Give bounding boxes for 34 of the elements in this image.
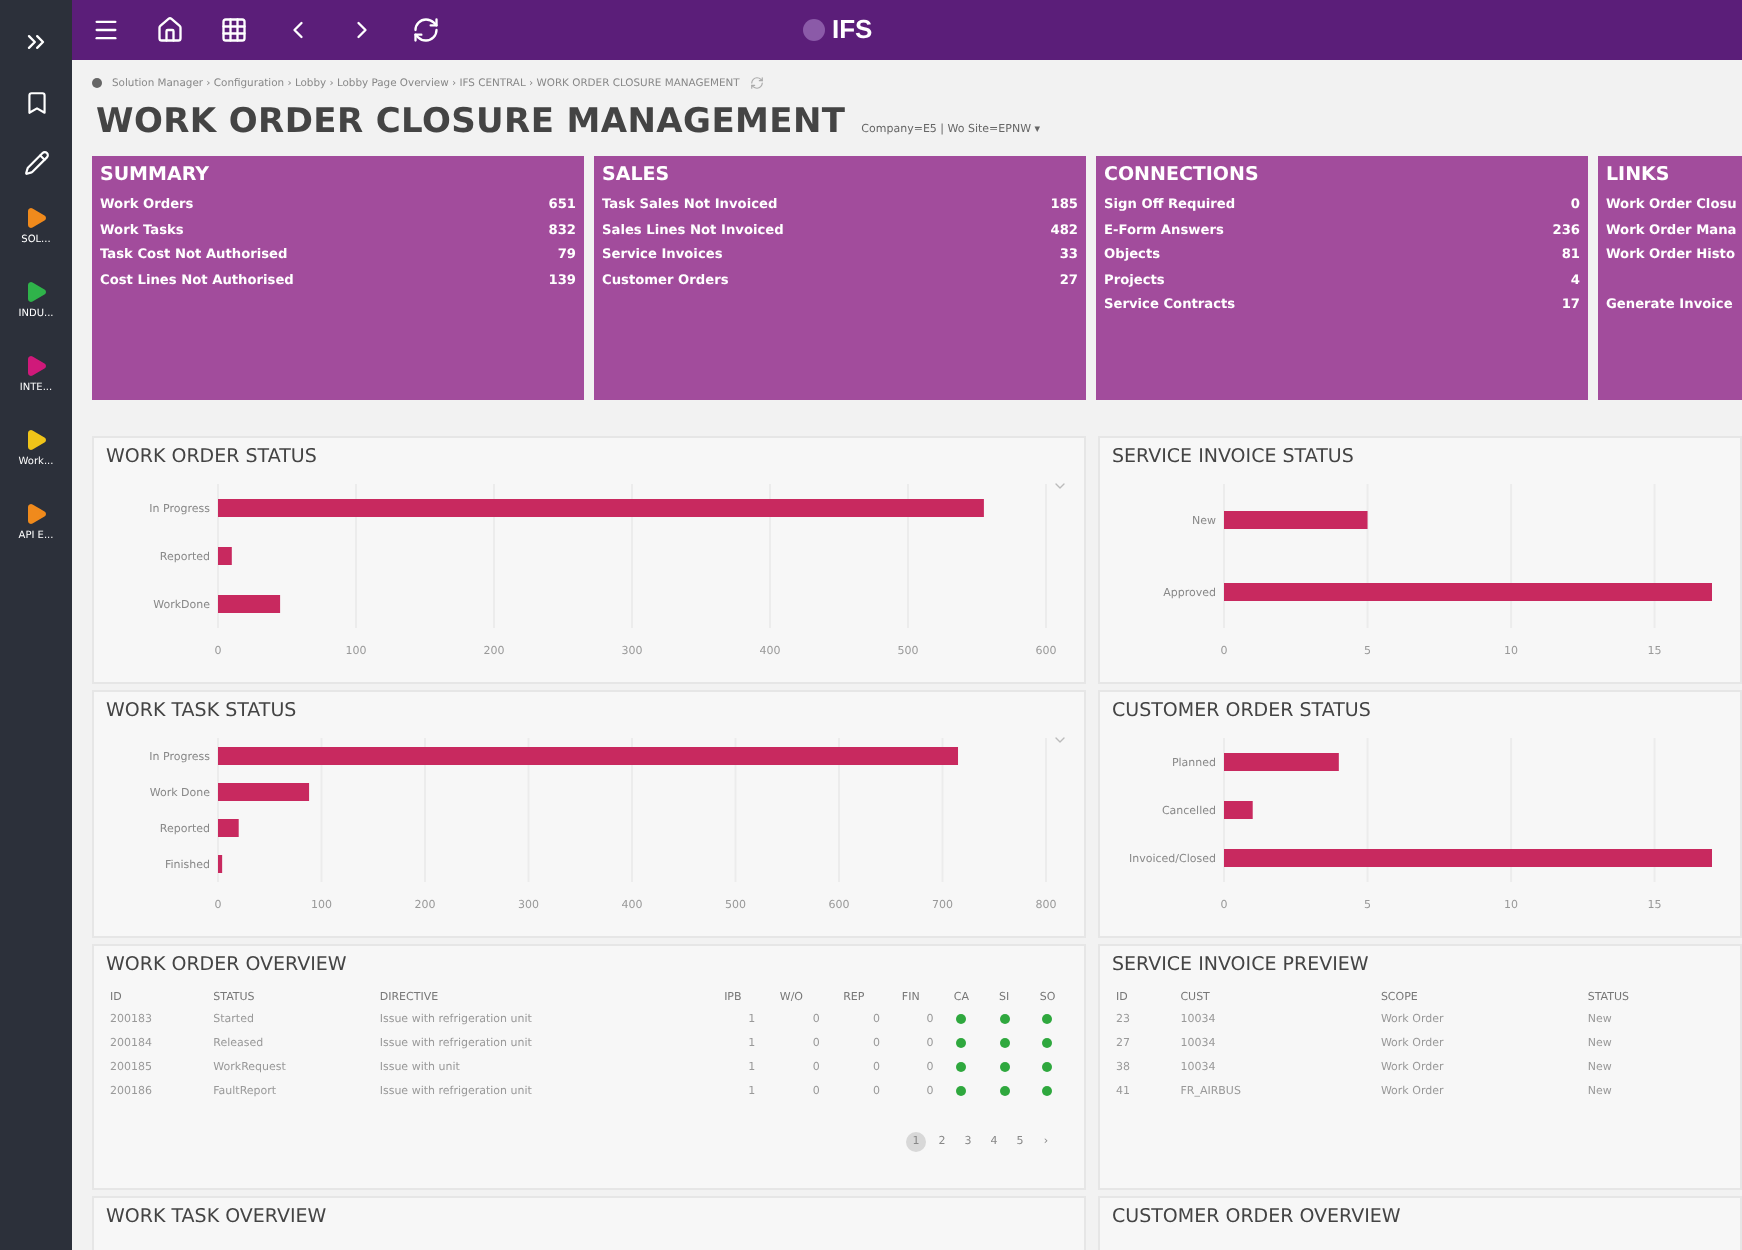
card-title: SALES [602, 164, 672, 186]
panel-title: SERVICE INVOICE STATUS [1112, 446, 1356, 468]
bar [1224, 511, 1368, 529]
home-icon[interactable] [156, 16, 184, 44]
page-title: WORK ORDER CLOSURE MANAGEMENT [96, 102, 846, 142]
triangle-icon[interactable] [24, 502, 48, 526]
logo: IFS [832, 14, 873, 44]
triangle-icon[interactable] [24, 428, 48, 452]
panel-title: CUSTOMER ORDER STATUS [1112, 700, 1373, 722]
refresh-icon[interactable] [412, 16, 440, 44]
triangle-icon[interactable] [24, 280, 48, 304]
bar [218, 547, 232, 565]
panel-title: SERVICE INVOICE PREVIEW [1112, 954, 1371, 976]
card-title: SUMMARY [100, 164, 211, 186]
card-title: LINKS [1606, 164, 1672, 186]
bar [1224, 801, 1253, 819]
bookmark-icon[interactable] [23, 89, 49, 115]
grid-icon[interactable] [220, 16, 248, 44]
card-title: CONNECTIONS [1104, 164, 1261, 186]
bar [218, 595, 281, 613]
logo-icon [802, 17, 826, 41]
bar [1224, 753, 1339, 771]
panel-title: WORK TASK OVERVIEW [106, 1206, 329, 1228]
panel-title: CUSTOMER ORDER OVERVIEW [1112, 1206, 1403, 1228]
menu-icon[interactable] [92, 16, 120, 44]
bar [218, 819, 239, 837]
panel-title: WORK ORDER OVERVIEW [106, 954, 349, 976]
bar [218, 783, 310, 801]
panel-title: WORK ORDER STATUS [106, 446, 319, 468]
panel-title: WORK TASK STATUS [106, 700, 299, 722]
pencil-icon[interactable] [23, 149, 49, 175]
bar [218, 855, 223, 873]
triangle-icon[interactable] [23, 206, 48, 230]
home-dot-icon[interactable] [92, 78, 102, 88]
